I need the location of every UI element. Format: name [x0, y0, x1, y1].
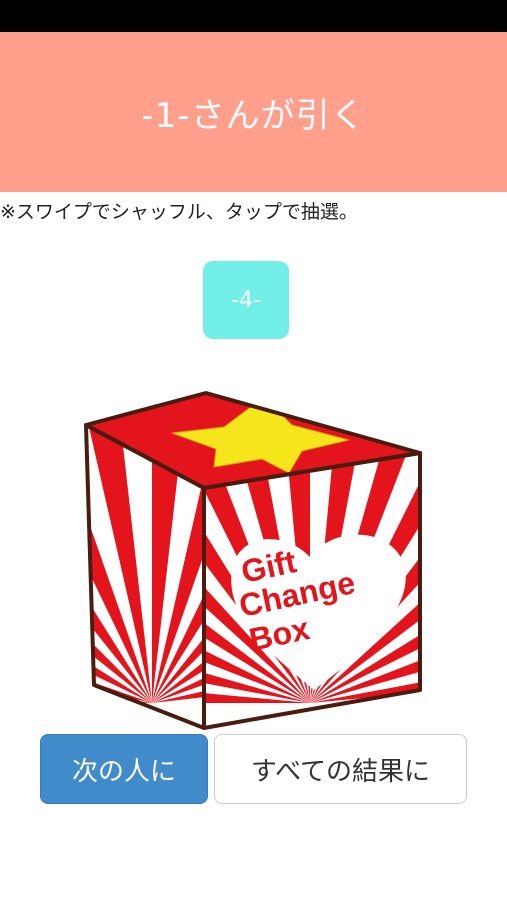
- gift-change-box[interactable]: Gift Change Box: [74, 385, 434, 730]
- next-person-label: 次の人に: [71, 756, 176, 787]
- drawn-number-badge: -4-: [203, 261, 289, 339]
- drawn-number-label: -4-: [231, 287, 261, 313]
- drawer-title: -1-さんが引く: [141, 95, 366, 136]
- status-bar: [0, 0, 507, 32]
- all-results-label: すべての結果に: [250, 756, 431, 787]
- gift-box-illustration[interactable]: GiftChangeBox: [74, 385, 434, 730]
- next-person-button[interactable]: 次の人に: [40, 734, 208, 804]
- all-results-button[interactable]: すべての結果に: [214, 734, 467, 804]
- header-banner: -1-さんが引く: [0, 32, 507, 192]
- instruction-text: ※スワイプでシャッフル、タップで抽選。: [0, 201, 358, 223]
